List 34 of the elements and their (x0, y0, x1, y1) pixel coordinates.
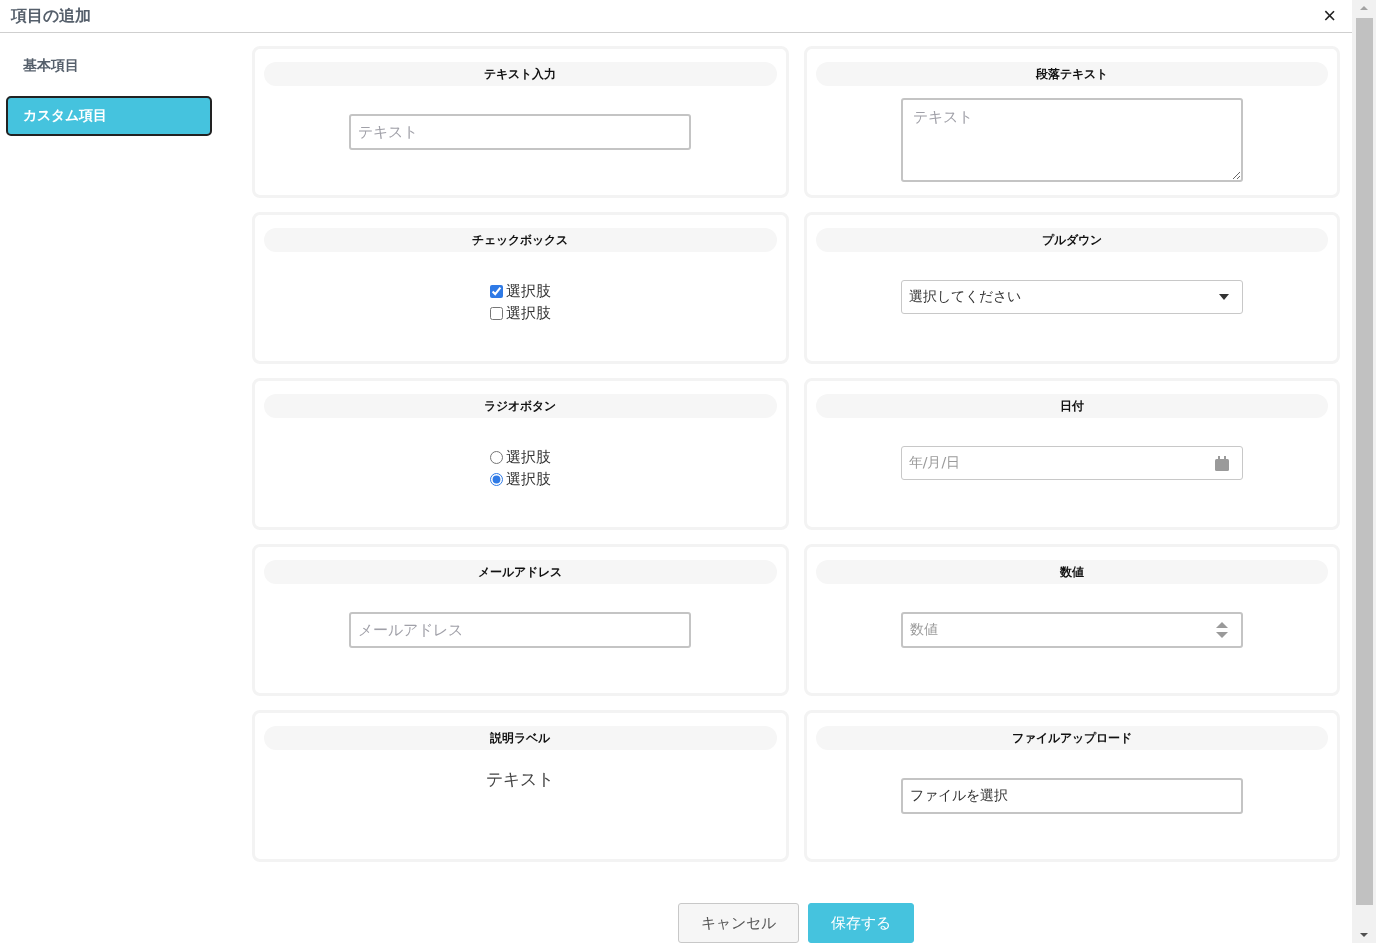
sidebar-item[interactable]: 基本項目 (6, 51, 212, 81)
spinner-icon (1215, 622, 1228, 638)
close-button[interactable]: × (1319, 5, 1340, 27)
label-text: テキスト (486, 768, 555, 791)
option-label: 選択肢 (505, 448, 551, 467)
email-field[interactable]: メールアドレス (349, 612, 692, 648)
caret-icon (1218, 294, 1229, 300)
radio-button[interactable] (489, 473, 503, 486)
checkbox[interactable] (489, 285, 503, 298)
calendar-icon (1214, 455, 1229, 471)
card-title: ラジオボタン (264, 394, 777, 418)
card-title: 数値 (815, 560, 1328, 584)
card-title: メールアドレス (264, 560, 777, 584)
checkbox[interactable] (489, 307, 503, 320)
radio-button[interactable] (489, 451, 503, 464)
card-title: 日付 (815, 394, 1328, 418)
card-title: チェックボックス (264, 228, 777, 252)
option-label: 選択肢 (505, 304, 551, 323)
card-title: プルダウン (815, 228, 1328, 252)
dropdown[interactable]: 選択してください (900, 280, 1243, 314)
option-label: 選択肢 (505, 470, 551, 489)
text-field[interactable]: テキスト (349, 114, 692, 150)
option-label: 選択肢 (505, 282, 551, 301)
card-title: テキスト入力 (264, 62, 777, 86)
card-title: ファイルアップロード (815, 726, 1328, 750)
dialog-title: 項目の追加 (11, 5, 91, 27)
textarea-field[interactable]: テキスト (900, 98, 1243, 182)
scroll-down-icon[interactable] (1359, 930, 1369, 940)
card-title: 説明ラベル (264, 726, 777, 750)
cancel-button[interactable]: キャンセル (678, 903, 799, 943)
file-picker[interactable]: ファイルを選択 (900, 778, 1243, 814)
scrollbar[interactable] (1352, 0, 1376, 943)
scroll-up-icon[interactable] (1359, 3, 1369, 13)
card-title: 段落テキスト (815, 62, 1328, 86)
